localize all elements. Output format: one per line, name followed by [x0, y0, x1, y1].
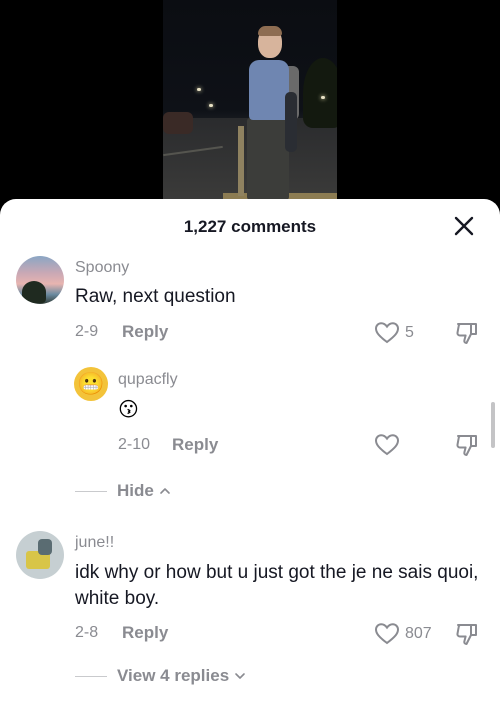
like-button[interactable]: 5 — [374, 320, 414, 346]
comment-username[interactable]: Spoony — [75, 259, 129, 277]
heart-outline-icon — [374, 322, 400, 344]
view-replies-label: View 4 replies — [117, 666, 230, 685]
thumbs-down-outline-icon — [456, 435, 477, 456]
like-button[interactable]: 807 — [374, 621, 432, 647]
comments-sheet: 1,227 comments Spoony Raw, next question… — [0, 199, 500, 704]
thumbs-down-outline-icon — [456, 624, 477, 645]
close-button[interactable] — [450, 212, 478, 240]
dislike-button[interactable] — [454, 621, 480, 647]
reply-avatar[interactable]: 😬 — [74, 367, 108, 401]
heart-outline-icon — [374, 623, 400, 645]
thumbs-down-outline-icon — [456, 323, 477, 344]
dislike-button[interactable] — [454, 320, 480, 346]
chevron-down-icon — [235, 673, 245, 679]
person-figure — [238, 26, 311, 200]
avatar[interactable] — [16, 256, 64, 304]
reply-button[interactable]: Reply — [122, 623, 168, 643]
comment-count-title: 1,227 comments — [183, 217, 317, 236]
comment-date: 2-8 — [75, 624, 99, 641]
hide-replies-button[interactable]: Hide — [117, 481, 172, 501]
view-replies-button[interactable]: View 4 replies — [117, 666, 247, 686]
chevron-up-icon — [160, 488, 170, 494]
heart-outline-icon — [374, 434, 400, 456]
comment-text: Raw, next question — [75, 286, 236, 307]
thread-divider — [75, 491, 107, 492]
reply-button[interactable]: Reply — [122, 322, 168, 342]
comment-text: idk why or how but u just got the je ne … — [75, 562, 479, 609]
reply-button[interactable]: Reply — [172, 435, 218, 455]
reply-username[interactable]: qupacfly — [118, 371, 178, 389]
hide-replies-label: Hide — [117, 481, 154, 500]
video-frame — [163, 0, 337, 200]
avatar[interactable] — [16, 531, 64, 579]
reply-text: 😗 — [118, 399, 139, 421]
close-icon — [454, 216, 474, 236]
comment-username[interactable]: june!! — [75, 534, 114, 552]
video-background[interactable] — [0, 0, 500, 215]
comment-date: 2-9 — [75, 323, 99, 340]
like-count: 5 — [405, 324, 414, 341]
scrollbar[interactable] — [491, 402, 495, 448]
dislike-button[interactable] — [454, 432, 480, 458]
like-button[interactable] — [374, 432, 400, 458]
thread-divider — [75, 676, 107, 677]
reply-date: 2-10 — [118, 436, 151, 453]
like-count: 807 — [405, 625, 432, 642]
